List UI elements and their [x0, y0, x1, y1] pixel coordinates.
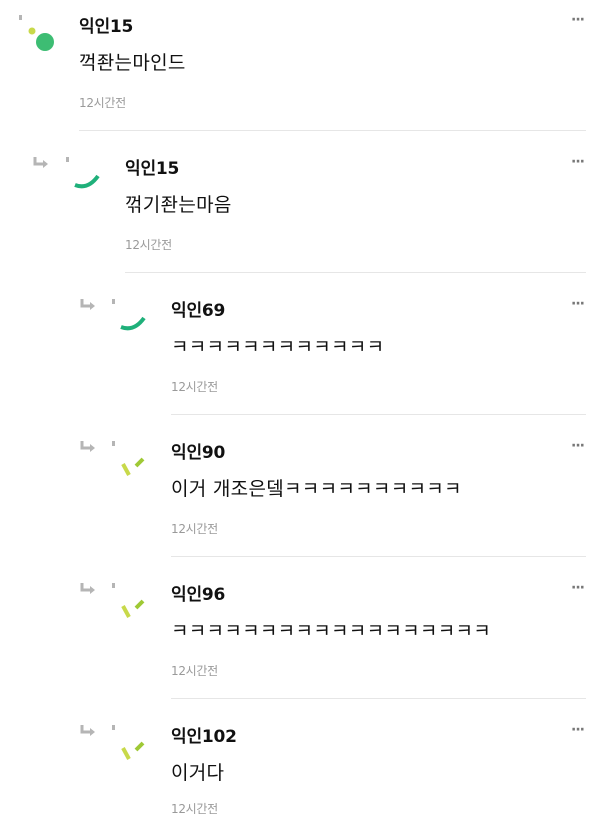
divider — [171, 698, 586, 699]
reply-item: 익인90 ··· 이거 개조은뎈ㅋㅋㅋㅋㅋㅋㅋㅋㅋㅋ 12시간전 — [0, 434, 600, 557]
comment-author[interactable]: 익인96 — [171, 580, 225, 605]
comment-text: ㅋㅋㅋㅋㅋㅋㅋㅋㅋㅋㅋㅋㅋㅋㅋㅋㅋㅋ — [171, 620, 492, 642]
reply-arrow-icon — [33, 157, 48, 168]
more-options-icon[interactable]: ··· — [571, 438, 585, 454]
more-options-icon[interactable]: ··· — [571, 12, 585, 28]
comment-author[interactable]: 익인69 — [171, 296, 225, 321]
divider — [171, 556, 586, 557]
reply-item: 익인69 ··· ㅋㅋㅋㅋㅋㅋㅋㅋㅋㅋㅋㅋ 12시간전 — [0, 292, 600, 415]
reply-arrow-icon — [80, 583, 95, 594]
comment-author[interactable]: 익인15 — [125, 154, 179, 179]
comment-author[interactable]: 익인102 — [171, 722, 237, 747]
comment-time: 12시간전 — [171, 522, 218, 536]
comment-time: 12시간전 — [171, 802, 218, 816]
reply-item: 익인15 ··· 꺾기좐는마음 12시간전 — [0, 150, 600, 273]
reply-arrow-icon — [80, 441, 95, 452]
reply-item: 익인96 ··· ㅋㅋㅋㅋㅋㅋㅋㅋㅋㅋㅋㅋㅋㅋㅋㅋㅋㅋ 12시간전 — [0, 576, 600, 699]
more-options-icon[interactable]: ··· — [571, 154, 585, 170]
more-options-icon[interactable]: ··· — [571, 580, 585, 596]
comment-text: 이거 개조은뎈ㅋㅋㅋㅋㅋㅋㅋㅋㅋㅋ — [171, 478, 462, 500]
reply-arrow-icon — [80, 299, 95, 310]
avatar-arc-icon — [112, 299, 146, 331]
avatar-slash-icon — [112, 725, 145, 760]
comment-author[interactable]: 익인90 — [171, 438, 225, 463]
avatar-dots-icon — [19, 15, 54, 51]
comment-time: 12시간전 — [125, 238, 172, 252]
avatar-slash-icon — [112, 583, 145, 618]
reply-item: 익인102 ··· 이거다 12시간전 — [0, 718, 600, 829]
divider — [171, 414, 586, 415]
avatar-arc-icon — [66, 157, 100, 189]
comment-text: ㅋㅋㅋㅋㅋㅋㅋㅋㅋㅋㅋㅋ — [171, 336, 385, 358]
more-options-icon[interactable]: ··· — [571, 296, 585, 312]
avatar-slash-icon — [112, 441, 145, 476]
comment-author[interactable]: 익인15 — [79, 12, 133, 37]
more-options-icon[interactable]: ··· — [571, 722, 585, 738]
reply-arrow-icon — [80, 725, 95, 736]
divider — [125, 272, 586, 273]
comment-time: 12시간전 — [171, 664, 218, 678]
comment-item: 익인15 ··· 꺽좐는마인드 12시간전 — [0, 0, 600, 131]
comment-text: 꺽좐는마인드 — [79, 52, 186, 74]
comment-time: 12시간전 — [79, 96, 126, 110]
comment-text: 이거다 — [171, 762, 225, 784]
comment-time: 12시간전 — [171, 380, 218, 394]
divider — [79, 130, 586, 131]
comment-text: 꺾기좐는마음 — [125, 194, 232, 216]
